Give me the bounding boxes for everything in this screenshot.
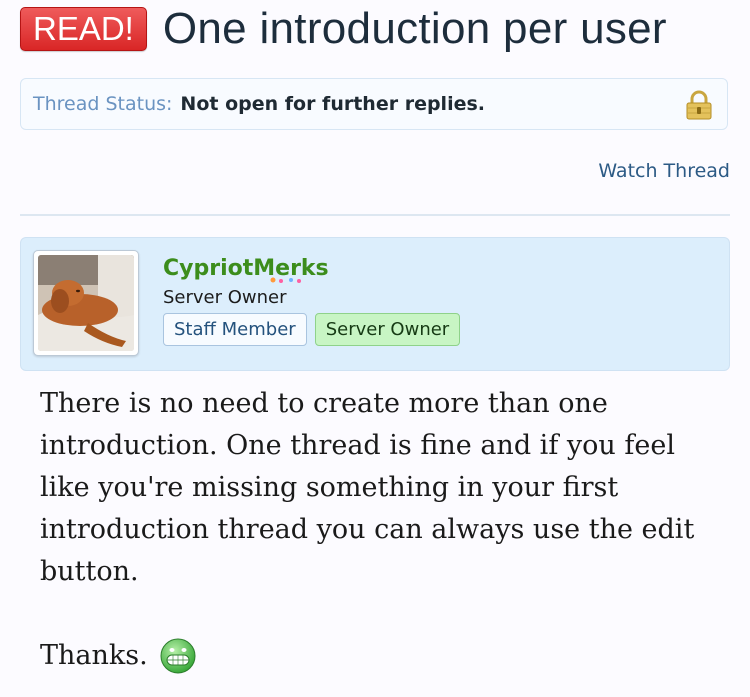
avatar[interactable] [38,255,134,351]
staff-member-badge: Staff Member [163,313,307,346]
watch-thread-link[interactable]: Watch Thread [598,160,730,182]
post-paragraph: There is no need to create more than one… [40,388,695,587]
sparkle-icon [270,277,301,283]
server-owner-badge: Server Owner [314,313,461,346]
post-message: There is no need to create more than one… [40,383,720,677]
post-closing: Thanks. [40,640,148,671]
post-user-panel: CypriotMerks Server Owner Staff Member S… [20,237,730,371]
lock-icon [686,90,712,120]
page-title: One introduction per user [162,4,667,53]
status-label: Thread Status: [33,93,173,115]
thread-header: READ! One introduction per user [20,4,667,54]
user-badges: Staff Member Server Owner [163,313,461,346]
grin-smiley-icon [160,638,196,674]
thread-status-bar: Thread Status: Not open for further repl… [20,78,728,130]
read-prefix-badge[interactable]: READ! [20,7,147,51]
avatar-frame[interactable] [33,250,139,356]
post-closing-line: Thanks. [40,635,720,677]
divider [20,214,730,216]
status-value: Not open for further replies. [180,93,485,115]
user-title: Server Owner [163,287,287,308]
